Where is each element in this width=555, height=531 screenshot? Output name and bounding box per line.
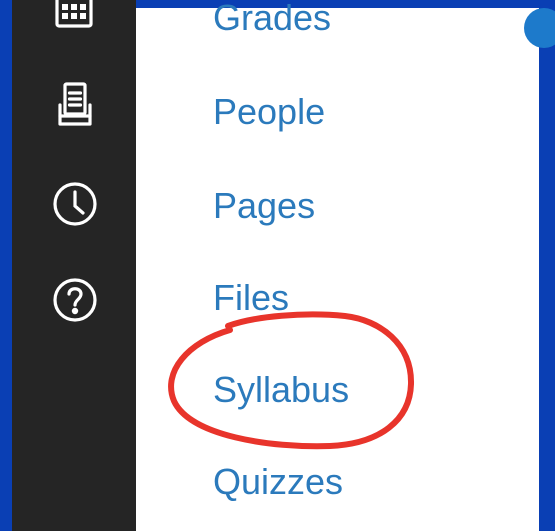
inbox-tray-icon[interactable] — [12, 70, 136, 150]
nav-link-files[interactable]: Files — [213, 276, 289, 320]
course-content-panel: Grades People Pages Files Syllabus Quizz… — [136, 0, 539, 531]
global-navigation-sidebar — [12, 0, 136, 531]
nav-link-quizzes[interactable]: Quizzes — [213, 460, 343, 504]
nav-link-people[interactable]: People — [213, 90, 325, 134]
help-question-icon[interactable] — [12, 264, 136, 344]
nav-link-pages[interactable]: Pages — [213, 184, 315, 228]
calendar-grid-icon[interactable] — [12, 0, 136, 54]
screenshot-frame: Grades People Pages Files Syllabus Quizz… — [0, 0, 555, 531]
nav-link-grades[interactable]: Grades — [213, 0, 331, 40]
nav-link-syllabus[interactable]: Syllabus — [213, 368, 349, 412]
history-clock-icon[interactable] — [12, 168, 136, 248]
